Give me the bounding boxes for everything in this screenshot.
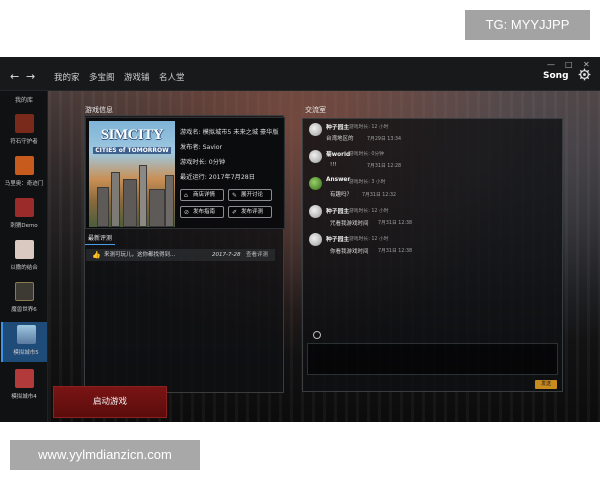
avatar[interactable] bbox=[309, 150, 322, 163]
tab-latest-reviews[interactable]: 最新评测 bbox=[85, 231, 116, 245]
message-time: 7月29日 13:34 bbox=[367, 137, 402, 142]
button-label: 商店详情 bbox=[193, 192, 216, 198]
game-thumbnail bbox=[17, 325, 36, 344]
message-author: 菊world bbox=[326, 152, 351, 158]
sidebar-item-rune-guardian[interactable]: 符石守护者 bbox=[1, 111, 47, 151]
message-playtime: 游戏时长: 12 小时 bbox=[349, 125, 389, 130]
avatar[interactable] bbox=[309, 233, 322, 246]
sidebar-item-label: 马里奥：奇迹门 bbox=[4, 181, 44, 187]
message-text: !!! bbox=[330, 162, 337, 168]
store-details-button[interactable]: ⌂ 商店详情 bbox=[180, 189, 224, 201]
message-author: 种子园主 bbox=[326, 237, 350, 243]
watermark-bottom: www.yylmdianzicn.com bbox=[10, 440, 200, 470]
game-name: 游戏名: 模拟城市5 未来之城 豪华版 bbox=[180, 129, 279, 136]
minimize-icon[interactable]: — bbox=[547, 60, 555, 69]
store-icon: ⌂ bbox=[184, 192, 188, 199]
emoji-icon[interactable] bbox=[313, 331, 321, 339]
forward-arrow-icon[interactable]: → bbox=[26, 70, 35, 83]
nav-hall-of-fame[interactable]: 名人堂 bbox=[159, 71, 185, 83]
game-publisher: 发布者: Savior bbox=[180, 144, 223, 151]
message-text: 有趣吗？ bbox=[330, 192, 353, 198]
thumbs-up-icon: 👍 bbox=[92, 251, 101, 259]
nav-treasure[interactable]: 多宝阁 bbox=[89, 71, 115, 83]
game-card: SIMCITY CITIES of TOMORROW 游戏名: 模拟城市5 未来… bbox=[85, 117, 285, 229]
game-thumbnail bbox=[15, 369, 34, 388]
gear-icon[interactable] bbox=[578, 68, 591, 81]
compass-icon: ⊘ bbox=[184, 209, 190, 216]
nav-home[interactable]: 我的家 bbox=[54, 71, 80, 83]
pen-icon: ✐ bbox=[232, 209, 238, 216]
avatar[interactable] bbox=[309, 123, 322, 136]
sidebar-item-label: 以撒的结合 bbox=[10, 265, 38, 271]
game-info-heading: 游戏信息 bbox=[85, 106, 113, 114]
sidebar-item-hedgehog-demo[interactable]: 刺猬Demo bbox=[1, 195, 47, 235]
sidebar-item-wow6[interactable]: 魔兽世界6 bbox=[1, 279, 47, 319]
message-text: 咒看我游戏时间 bbox=[330, 221, 369, 227]
message-playtime: 游戏时长: 12 小时 bbox=[349, 209, 389, 214]
message-author: Answer bbox=[326, 177, 351, 183]
library-heading: 我的库 bbox=[14, 97, 33, 104]
send-button[interactable]: 发送 bbox=[535, 380, 557, 389]
button-label: 发布指南 bbox=[193, 209, 216, 215]
sidebar-item-isaac[interactable]: 以撒的结合 bbox=[1, 237, 47, 277]
button-label: 展开讨论 bbox=[241, 192, 264, 198]
message-playtime: 游戏时长: 0分钟 bbox=[349, 152, 384, 157]
title-bar: — □ ✕ ← → 我的家 多宝阁 游戏铺 名人堂 Song bbox=[0, 57, 600, 91]
game-thumbnail bbox=[15, 282, 34, 301]
message-author: 种子园主 bbox=[326, 125, 350, 131]
game-thumbnail bbox=[15, 198, 34, 217]
launch-game-button[interactable]: 启动游戏 bbox=[53, 386, 167, 418]
discussion-button[interactable]: ✎ 展开讨论 bbox=[228, 189, 272, 201]
message-time: 7月31日 12:32 bbox=[362, 193, 397, 198]
sidebar-item-label: 模拟城市4 bbox=[11, 394, 37, 400]
message-author: 种子园主 bbox=[326, 209, 350, 215]
sidebar-item-simcity5[interactable]: 模拟城市5 bbox=[1, 322, 47, 362]
button-label: 发布评测 bbox=[241, 209, 264, 215]
review-date: 2017-7-28 bbox=[212, 252, 241, 258]
chat-bubble-icon: ✎ bbox=[232, 192, 238, 199]
message-time: 7月31日 12:38 bbox=[378, 221, 413, 226]
game-last-run: 最近运行: 2017年7月28日 bbox=[180, 174, 255, 181]
message-time: 7月31日 12:28 bbox=[367, 164, 402, 169]
game-playtime: 游戏时长: 0分钟 bbox=[180, 159, 226, 166]
back-arrow-icon[interactable]: ← bbox=[10, 70, 19, 83]
review-text: 来测可玩儿，这你都找得到... bbox=[104, 252, 176, 258]
chat-heading: 交流室 bbox=[305, 106, 326, 114]
nav-store[interactable]: 游戏铺 bbox=[124, 71, 150, 83]
message-playtime: 游戏时长: 3 小时 bbox=[349, 180, 386, 185]
game-thumbnail bbox=[15, 114, 34, 133]
cover-subtitle: CITIES of TOMORROW bbox=[93, 147, 171, 154]
avatar[interactable] bbox=[309, 177, 322, 190]
cover-title: SIMCITY bbox=[100, 127, 164, 143]
user-name[interactable]: Song bbox=[543, 71, 569, 81]
message-time: 7月31日 12:38 bbox=[378, 249, 413, 254]
game-thumbnail bbox=[15, 240, 34, 259]
sidebar-item-label: 魔兽世界6 bbox=[11, 307, 37, 313]
message-text: 你看我游戏时间 bbox=[330, 249, 369, 255]
maximize-icon[interactable]: □ bbox=[565, 60, 573, 69]
library-sidebar: 我的库 符石守护者 马里奥：奇迹门 刺猬Demo 以撒的结合 魔兽世界6 模拟城… bbox=[0, 91, 48, 422]
message-playtime: 游戏时长: 12 小时 bbox=[349, 237, 389, 242]
sidebar-item-label: 模拟城市5 bbox=[13, 350, 39, 356]
view-review-link[interactable]: 查看评测 bbox=[246, 249, 268, 261]
avatar[interactable] bbox=[309, 205, 322, 218]
sidebar-item-label: 符石守护者 bbox=[10, 139, 38, 145]
review-item[interactable]: 👍 来测可玩儿，这你都找得到... 2017-7-28 查看评测 bbox=[86, 249, 275, 261]
publish-review-button[interactable]: ✐ 发布评测 bbox=[228, 206, 272, 218]
chat-message-input[interactable] bbox=[307, 343, 558, 375]
game-cover[interactable]: SIMCITY CITIES of TOMORROW bbox=[89, 121, 175, 227]
sidebar-item-label: 刺猬Demo bbox=[10, 223, 38, 229]
publish-guide-button[interactable]: ⊘ 发布指南 bbox=[180, 206, 224, 218]
sidebar-item-mario[interactable]: 马里奥：奇迹门 bbox=[1, 153, 47, 193]
watermark-top: TG: MYYJJPP bbox=[465, 10, 590, 40]
sidebar-item-simcity4[interactable]: 模拟城市4 bbox=[1, 366, 47, 406]
app-window: — □ ✕ ← → 我的家 多宝阁 游戏铺 名人堂 Song 我的库 符石守护者 bbox=[0, 57, 600, 422]
message-text: 台湾地区的 bbox=[326, 136, 354, 142]
game-thumbnail bbox=[15, 156, 34, 175]
